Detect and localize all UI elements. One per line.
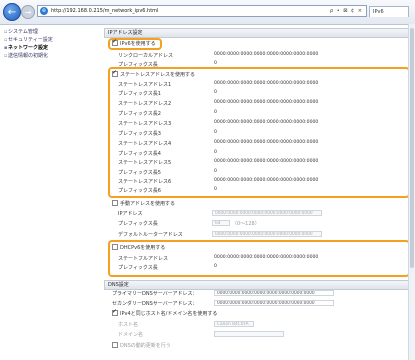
stateless-prefix-label: プレフィックス長5 xyxy=(118,170,161,176)
prefix-value: 0 xyxy=(214,61,217,66)
stateless-prefix-label: プレフィックス長2 xyxy=(118,111,161,117)
host-name-label: ホスト名 xyxy=(118,322,139,328)
stateless-prefix-value: 0 xyxy=(214,130,217,135)
stateless-prefix-value: 0 xyxy=(214,150,217,155)
use-same-name-checkbox[interactable]: IPv4と同じホスト名/ドメイン名を使用する xyxy=(112,308,217,317)
sidebar-item-system[interactable]: ▫システム管理 xyxy=(4,28,104,36)
link-local-value: 0000:0000:0000:0000:0000:0000:0000:0000 xyxy=(214,52,319,57)
manual-prefix-input[interactable]: 64 xyxy=(212,220,230,226)
scrollbar-thumb[interactable] xyxy=(410,28,414,268)
manual-prefix-hint: （0〜128） xyxy=(232,221,260,227)
back-button[interactable]: ← xyxy=(3,3,21,21)
stateless-prefix-label: プレフィックス長3 xyxy=(118,131,161,137)
secondary-dns-input[interactable]: 0000:0000:0000:0000:0000:0000:0000:0000 xyxy=(214,300,334,306)
link-local-label: リンクローカルアドレス xyxy=(118,53,174,59)
stateless-prefix-value: 0 xyxy=(214,169,217,174)
stateless-prefix-value: 0 xyxy=(214,110,217,115)
address-bar-tools-icon[interactable]: ρ • ⊠ ¢ × xyxy=(330,8,363,14)
sidebar: ▫システム管理 ▫セキュリティー設定 ▪ネットワーク設定 ▫送信情報の初期化 xyxy=(4,28,104,60)
default-router-input[interactable]: 0000:0000:0000:0000:0000:0000:0000:0000 xyxy=(212,231,322,237)
stateless-value: 0000:0000:0000:0000:0000:0000:0000:0000 xyxy=(214,140,319,145)
dns-section-header: DNS設定 xyxy=(104,280,409,290)
browser-tab[interactable]: IPv6 xyxy=(369,6,409,17)
dynamic-dns-checkbox[interactable]: DNSの動的更新を行う xyxy=(112,341,171,349)
sidebar-item-security[interactable]: ▫セキュリティー設定 xyxy=(4,36,104,44)
stateless-label: ステートレスアドレス5 xyxy=(118,160,172,166)
manual-address-checkbox[interactable]: 手動アドレスを使用する xyxy=(112,199,175,207)
stateful-prefix-value: 0 xyxy=(214,264,217,269)
browser-logo-icon: e xyxy=(40,7,48,15)
stateless-label: ステートレスアドレス4 xyxy=(118,141,172,147)
stateless-prefix-value: 0 xyxy=(214,90,217,95)
stateless-value: 0000:0000:0000:0000:0000:0000:0000:0000 xyxy=(214,159,319,164)
primary-dns-label: プライマリーDNSサーバーアドレス： xyxy=(112,291,198,297)
stateless-checkbox[interactable]: ステートレスアドレスを使用する xyxy=(112,69,195,78)
back-arrow-icon: ← xyxy=(7,6,17,18)
stateless-prefix-label: プレフィックス長4 xyxy=(118,151,161,157)
stateless-value: 0000:0000:0000:0000:0000:0000:0000:0000 xyxy=(214,120,319,125)
use-ipv6-checkbox[interactable]: IPv6を使用する xyxy=(112,38,156,47)
stateful-label: ステートフルアドレス xyxy=(118,256,169,262)
domain-name-label: ドメイン名 xyxy=(118,332,144,338)
stateless-value: 0000:0000:0000:0000:0000:0000:0000:0000 xyxy=(214,81,319,86)
stateless-label: ステートレスアドレス3 xyxy=(118,121,172,127)
address-bar[interactable]: e http://192.168.0.215/m_network_ipv6.ht… xyxy=(37,5,367,17)
checkbox-unchecked-icon xyxy=(112,243,118,250)
stateless-label: ステートレスアドレス6 xyxy=(118,179,172,185)
stateless-prefix-value: 0 xyxy=(214,187,217,192)
scrollbar[interactable] xyxy=(408,24,415,360)
stateful-value: 0000:0000:0000:0000:0000:0000:0000:0000 xyxy=(214,255,319,260)
ip-address-label: IPアドレス xyxy=(118,211,143,217)
sidebar-item-network[interactable]: ▪ネットワーク設定 xyxy=(4,44,104,52)
main-content: IPアドレス設定 xyxy=(104,28,410,38)
checkbox-checked-icon xyxy=(112,308,118,316)
stateful-prefix-label: プレフィックス長 xyxy=(118,265,158,271)
domain-name-input[interactable] xyxy=(214,331,284,337)
forward-arrow-icon: → xyxy=(24,7,32,17)
forward-button[interactable]: → xyxy=(21,5,35,19)
sidebar-item-reset[interactable]: ▫送信情報の初期化 xyxy=(4,52,104,60)
host-name-input[interactable]: Canon B4C0FA xyxy=(214,321,254,327)
manual-prefix-label: プレフィックス長 xyxy=(118,221,158,227)
stateless-label: ステートレスアドレス1 xyxy=(118,82,172,88)
stateless-prefix-label: プレフィックス長1 xyxy=(118,91,161,97)
ipv6-section-header: IPアドレス設定 xyxy=(104,28,410,38)
primary-dns-input[interactable]: 0000:0000:0000:0000:0000:0000:0000:0000 xyxy=(214,290,334,296)
checkbox-checked-icon xyxy=(112,69,118,77)
url-text: http://192.168.0.215/m_network_ipv6.html xyxy=(51,8,159,14)
checkbox-unchecked-icon xyxy=(112,199,118,206)
stateless-value: 0000:0000:0000:0000:0000:0000:0000:0000 xyxy=(214,178,319,183)
browser-toolbar: ← → e http://192.168.0.215/m_network_ipv… xyxy=(0,0,415,25)
stateless-prefix-label: プレフィックス長6 xyxy=(118,188,161,194)
checkbox-checked-icon xyxy=(112,38,118,46)
default-router-label: デフォルトルーターアドレス xyxy=(118,232,183,238)
stateless-label: ステートレスアドレス2 xyxy=(118,101,172,107)
stateless-value: 0000:0000:0000:0000:0000:0000:0000:0000 xyxy=(214,100,319,105)
checkbox-unchecked-icon xyxy=(112,341,118,348)
dhcpv6-checkbox[interactable]: DHCPv6を使用する xyxy=(112,243,165,251)
secondary-dns-label: セカンダリーDNSサーバーアドレス： xyxy=(112,301,198,307)
ip-address-input[interactable]: 0000:0000:0000:0000:0000:0000:0000:0000 xyxy=(212,210,322,216)
